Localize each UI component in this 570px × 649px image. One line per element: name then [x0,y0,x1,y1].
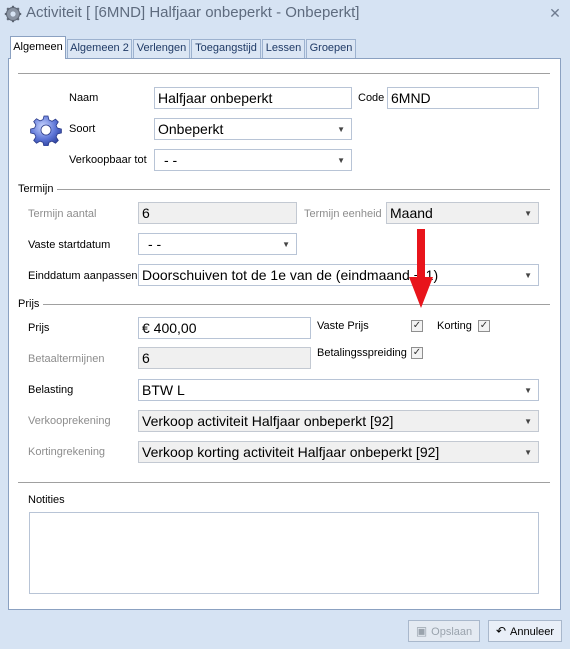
tab-algemeen-2[interactable]: Algemeen 2 [67,39,132,58]
korting-label: Korting [437,320,472,332]
gear-icon [4,5,22,23]
window-title: Activiteit [ [6MND] Halfjaar onbeperkt -… [26,4,360,21]
soort-dropdown[interactable]: Onbeperkt ▼ [154,118,352,140]
betaaltermijnen-label: Betaaltermijnen [28,353,105,365]
verkoopbaar-date-picker[interactable]: - - ▼ [154,149,352,171]
activity-gear-icon [30,115,62,146]
cancel-button[interactable]: ↶ Annuleer [488,620,562,642]
notities-divider [18,482,550,483]
kortingrekening-label: Kortingrekening [28,446,106,458]
chevron-down-icon: ▼ [524,448,532,457]
close-icon[interactable]: ✕ [548,6,562,20]
floppy-disk-icon: ▣ [415,624,428,638]
chevron-down-icon: ▼ [282,240,290,249]
tab-algemeen[interactable]: Algemeen [10,36,66,59]
chevron-down-icon: ▼ [524,417,532,426]
termijn-divider [18,189,550,190]
einddatum-dropdown[interactable]: Doorschuiven tot de 1e van de (eindmaand… [138,264,539,286]
code-field[interactable]: 6MND [387,87,539,109]
naam-label: Naam [69,92,99,104]
code-label: Code [358,92,385,104]
soort-label: Soort [69,123,96,135]
vaste-prijs-label: Vaste Prijs [317,320,369,332]
termijn-aantal-field[interactable]: 6 [138,202,297,224]
einddatum-label: Einddatum aanpassen [28,270,138,282]
startdatum-value: - - [148,236,162,252]
verkooprekening-dropdown[interactable]: Verkoop activiteit Halfjaar onbeperkt [9… [138,410,539,432]
chevron-down-icon: ▼ [524,386,532,395]
prijs-section-label: Prijs [18,298,44,310]
prijs-label: Prijs [28,322,50,334]
save-label: Opslaan [431,626,473,638]
verkooprekening-value: Verkoop activiteit Halfjaar onbeperkt [9… [142,413,394,429]
startdatum-date-picker[interactable]: - - ▼ [138,233,297,255]
divider [18,73,550,74]
kortingrekening-dropdown[interactable]: Verkoop korting activiteit Halfjaar onbe… [138,441,539,463]
chevron-down-icon: ▼ [524,209,532,218]
startdatum-label: Vaste startdatum [28,239,111,251]
termijn-eenheid-dropdown[interactable]: Maand ▼ [386,202,539,224]
termijn-eenheid-label: Termijn eenheid [304,208,382,220]
belasting-dropdown[interactable]: BTW L ▼ [138,379,539,401]
prijs-field[interactable]: € 400,00 [138,317,311,339]
vaste-prijs-checkbox[interactable]: ✓ [411,320,423,332]
verkoopbaar-value: - - [164,152,178,168]
betalingsspreiding-checkbox[interactable]: ✓ [411,347,423,359]
korting-checkbox[interactable]: ✓ [478,320,490,332]
termijn-aantal-label: Termijn aantal [28,208,97,220]
naam-field[interactable]: Halfjaar onbeperkt [154,87,352,109]
tab-toegangstijd[interactable]: Toegangstijd [191,39,261,58]
tab-verlengen[interactable]: Verlengen [133,39,190,58]
undo-arrow-icon: ↶ [495,624,506,638]
belasting-label: Belasting [28,384,74,396]
einddatum-value: Doorschuiven tot de 1e van de (eindmaand… [142,267,439,283]
chevron-down-icon: ▼ [524,271,532,280]
notities-textarea[interactable] [29,512,539,594]
termijn-section-label: Termijn [18,183,58,195]
prijs-divider [18,304,550,305]
verkoopbaar-label: Verkoopbaar tot [69,154,147,166]
title-bar: Activiteit [ [6MND] Halfjaar onbeperkt -… [0,0,570,28]
soort-value: Onbeperkt [158,121,224,137]
kortingrekening-value: Verkoop korting activiteit Halfjaar onbe… [142,444,440,460]
cancel-label: Annuleer [510,626,555,638]
tab-groepen[interactable]: Groepen [306,39,356,58]
betalingsspreiding-label: Betalingsspreiding [317,347,407,359]
save-button[interactable]: ▣ Opslaan [408,620,480,642]
annotation-arrow-icon [409,229,433,308]
belasting-value: BTW L [142,382,185,398]
chevron-down-icon: ▼ [337,125,345,134]
chevron-down-icon: ▼ [337,156,345,165]
termijn-eenheid-value: Maand [390,205,433,221]
betaaltermijnen-field[interactable]: 6 [138,347,311,369]
verkooprekening-label: Verkooprekening [28,415,111,427]
notities-label: Notities [28,494,65,506]
tab-lessen[interactable]: Lessen [262,39,305,58]
